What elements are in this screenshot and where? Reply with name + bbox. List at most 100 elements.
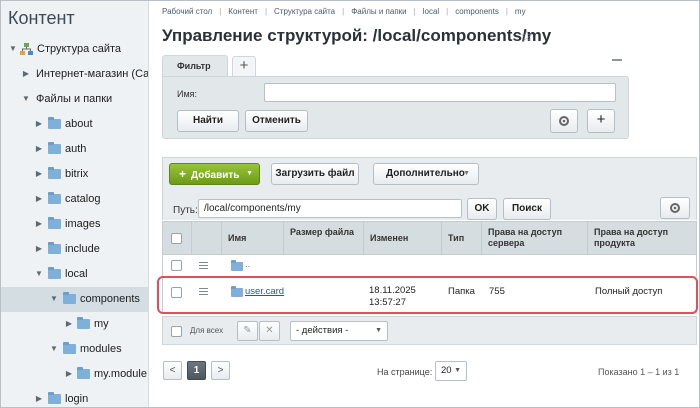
- collapsed-arrow-icon[interactable]: ▶: [35, 170, 43, 178]
- collapsed-arrow-icon[interactable]: ▶: [35, 120, 43, 128]
- menu-icon[interactable]: [199, 262, 208, 269]
- star-icon[interactable]: ☆: [520, 27, 533, 45]
- path-input[interactable]: /local/components/my: [198, 199, 462, 218]
- file-name-link[interactable]: user.card: [245, 286, 284, 298]
- expanded-arrow-icon[interactable]: ▼: [9, 45, 17, 53]
- sidebar-item-label: about: [65, 118, 93, 130]
- breadcrumb-item[interactable]: local: [423, 7, 439, 16]
- collapsed-arrow-icon[interactable]: ▶: [65, 370, 73, 378]
- collapsed-arrow-icon[interactable]: ▶: [35, 145, 43, 153]
- prev-page-button[interactable]: <: [163, 361, 182, 380]
- page-1-button[interactable]: 1: [187, 361, 206, 380]
- sidebar-item-about[interactable]: ▶ about: [1, 112, 148, 137]
- filter-settings-button[interactable]: [550, 109, 578, 133]
- sidebar-item-label: Структура сайта: [37, 43, 122, 55]
- table-row-up[interactable]: ..: [162, 255, 697, 277]
- sidebar-item-login[interactable]: ▶ login: [1, 387, 148, 407]
- breadcrumb-item[interactable]: my: [515, 7, 526, 16]
- actions-select[interactable]: - действия - ▼: [290, 321, 388, 341]
- find-button[interactable]: Найти: [177, 110, 239, 132]
- sidebar-item-catalog[interactable]: ▶ catalog: [1, 187, 148, 212]
- sidebar-item-auth[interactable]: ▶ auth: [1, 137, 148, 162]
- table-row[interactable]: user.card 18.11.2025 13:57:27 Папка 755 …: [162, 278, 697, 313]
- shown-count: Показано 1 – 1 из 1: [598, 367, 680, 377]
- sidebar-item-label: local: [65, 268, 88, 280]
- select-all-checkbox[interactable]: [171, 233, 182, 244]
- collapsed-arrow-icon[interactable]: ▶: [35, 195, 43, 203]
- for-all-checkbox[interactable]: [171, 326, 182, 337]
- folder-up-icon: [231, 260, 243, 271]
- folder-icon: [48, 217, 61, 229]
- tab-filter[interactable]: Фильтр: [162, 55, 228, 76]
- more-button[interactable]: Дополнительно ▼: [373, 163, 479, 185]
- breadcrumb-item[interactable]: Файлы и папки: [351, 7, 406, 16]
- per-page-select[interactable]: 20 ▼: [435, 361, 467, 381]
- sidebar-item-my-module[interactable]: ▶ my.module: [1, 362, 148, 387]
- folder-icon: [48, 117, 61, 129]
- menu-icon[interactable]: [199, 288, 208, 295]
- sidebar-item-components[interactable]: ▼ components: [1, 287, 148, 312]
- row-checkbox[interactable]: [171, 260, 182, 271]
- sidebar-item-local[interactable]: ▼ local: [1, 262, 148, 287]
- add-filter-tab-button[interactable]: +: [232, 56, 256, 76]
- collapsed-arrow-icon[interactable]: ▶: [35, 395, 43, 403]
- main-content: Рабочий стол | Контент | Структура сайта | Фай…: [150, 1, 699, 407]
- add-button[interactable]: + Добавить ▼: [169, 163, 260, 185]
- sidebar-item-include[interactable]: ▶ include: [1, 237, 148, 262]
- file-type: Папка: [448, 286, 475, 297]
- column-name[interactable]: Имя: [221, 222, 283, 256]
- actions-select-value: - действия -: [296, 325, 349, 336]
- reset-button[interactable]: Отменить: [245, 110, 308, 132]
- sidebar-item-modules[interactable]: ▼ modules: [1, 337, 148, 362]
- expanded-arrow-icon[interactable]: ▼: [50, 295, 58, 303]
- breadcrumb-item[interactable]: Рабочий стол: [162, 7, 212, 16]
- breadcrumb: Рабочий стол | Контент | Структура сайта | Фай…: [162, 7, 526, 16]
- column-type[interactable]: Тип: [441, 222, 481, 256]
- breadcrumb-item[interactable]: components: [455, 7, 499, 16]
- name-input[interactable]: [264, 83, 616, 102]
- expanded-arrow-icon[interactable]: ▼: [50, 345, 58, 353]
- column-product-rights[interactable]: Права на доступ продукта: [587, 222, 697, 256]
- add-filter-field-button[interactable]: +: [587, 109, 615, 133]
- sidebar-item-files-folders[interactable]: ▼ Файлы и папки: [1, 87, 148, 112]
- column-server-rights[interactable]: Права на доступ сервера: [481, 222, 587, 256]
- ok-button[interactable]: OK: [467, 198, 497, 220]
- column-modified[interactable]: Изменен: [363, 222, 441, 256]
- upload-file-button[interactable]: Загрузить файл: [271, 163, 359, 185]
- sidebar-item-images[interactable]: ▶ images: [1, 212, 148, 237]
- gear-icon: [559, 116, 569, 126]
- sidebar-item-site-structure[interactable]: ▼ Структура сайта: [1, 37, 148, 62]
- per-page-value: 20: [441, 365, 452, 376]
- row-checkbox[interactable]: [171, 287, 182, 298]
- breadcrumb-item[interactable]: Структура сайта: [274, 7, 335, 16]
- folder-icon: [48, 167, 61, 179]
- folder-icon: [48, 392, 61, 404]
- sidebar-item-bitrix[interactable]: ▶ bitrix: [1, 162, 148, 187]
- more-button-label: Дополнительно: [386, 168, 465, 179]
- folder-icon: [48, 267, 61, 279]
- collapsed-arrow-icon[interactable]: ▶: [35, 220, 43, 228]
- sidebar-item-eshop[interactable]: ▶ Интернет-магазин (Сайт по: [1, 62, 148, 87]
- search-button[interactable]: Поиск: [503, 198, 551, 220]
- up-link[interactable]: ..: [245, 259, 250, 271]
- folder-icon: [48, 142, 61, 154]
- delete-button[interactable]: ✕: [259, 321, 280, 341]
- expanded-arrow-icon[interactable]: ▼: [22, 95, 30, 103]
- sidebar-item-my[interactable]: ▶ my: [1, 312, 148, 337]
- grid-settings-button[interactable]: [660, 197, 690, 219]
- collapsed-arrow-icon[interactable]: ▶: [65, 320, 73, 328]
- sidebar-item-label: Файлы и папки: [36, 93, 113, 105]
- edit-button[interactable]: ✎: [237, 321, 258, 341]
- breadcrumb-item[interactable]: Контент: [228, 7, 258, 16]
- sidebar-item-label: my.module: [94, 368, 147, 380]
- collapse-filter-icon[interactable]: [612, 59, 622, 61]
- collapsed-arrow-icon[interactable]: ▶: [35, 245, 43, 253]
- pencil-icon: ✎: [243, 325, 252, 336]
- expanded-arrow-icon[interactable]: ▼: [35, 270, 43, 278]
- add-button-label: Добавить: [191, 170, 240, 181]
- column-size[interactable]: Размер файла: [283, 222, 363, 256]
- collapsed-arrow-icon[interactable]: ▶: [22, 70, 30, 78]
- folder-icon: [77, 367, 90, 379]
- next-page-button[interactable]: >: [211, 361, 230, 380]
- sidebar-item-label: Интернет-магазин (Сайт по: [36, 68, 148, 80]
